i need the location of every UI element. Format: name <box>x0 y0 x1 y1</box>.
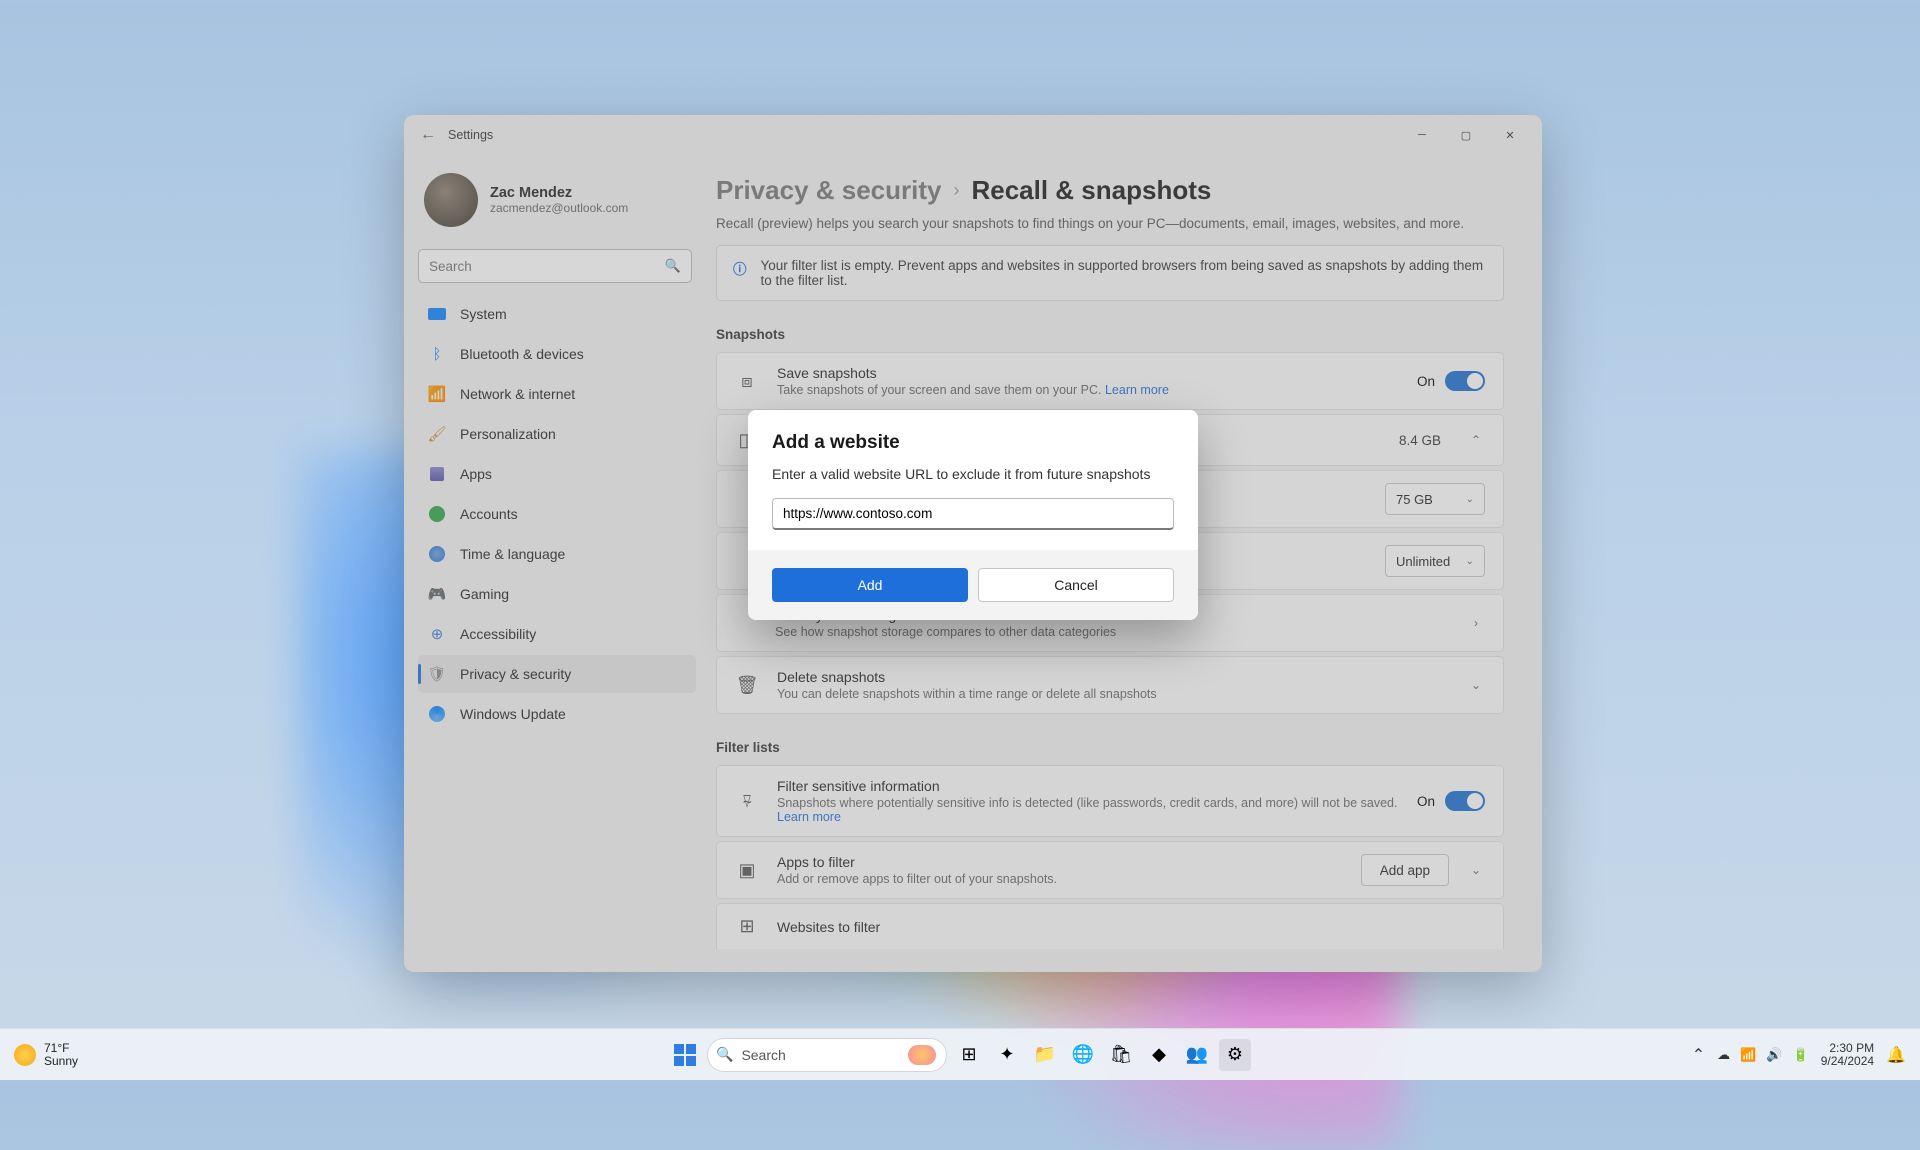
clock-time: 2:30 PM <box>1821 1042 1874 1055</box>
app-icon[interactable]: ◆ <box>1143 1039 1175 1071</box>
weather-widget[interactable]: 71°FSunny <box>14 1042 78 1068</box>
tray-volume-icon[interactable]: 🔊 <box>1766 1047 1782 1063</box>
taskbar-clock[interactable]: 2:30 PM 9/24/2024 <box>1821 1042 1874 1068</box>
dialog-message: Enter a valid website URL to exclude it … <box>772 466 1174 482</box>
onedrive-icon[interactable]: ☁ <box>1717 1047 1730 1063</box>
teams-icon[interactable]: 👥 <box>1181 1039 1213 1071</box>
tray-wifi-icon[interactable]: 📶 <box>1740 1047 1756 1063</box>
clock-date: 9/24/2024 <box>1821 1055 1874 1068</box>
taskbar-search-label: Search <box>741 1047 785 1063</box>
search-accent-icon <box>908 1045 936 1065</box>
notifications-icon[interactable]: 🔔 <box>1886 1045 1906 1065</box>
tray-battery-icon[interactable]: 🔋 <box>1793 1047 1809 1063</box>
cancel-button[interactable]: Cancel <box>978 568 1174 602</box>
taskbar: 71°FSunny 🔍 Search ⊞ ✦ 📁 🌐 🛍 ◆ 👥 ⚙ ⌃ ☁ 📶… <box>0 1028 1920 1080</box>
start-button[interactable] <box>669 1039 701 1071</box>
weather-cond: Sunny <box>44 1055 78 1068</box>
copilot-icon[interactable]: ✦ <box>991 1039 1023 1071</box>
task-view-button[interactable]: ⊞ <box>953 1039 985 1071</box>
explorer-icon[interactable]: 📁 <box>1029 1039 1061 1071</box>
website-url-input[interactable] <box>772 498 1174 530</box>
settings-window: ← Settings ─ ▢ ✕ Zac Mendez zacmendez@ou… <box>404 115 1542 972</box>
weather-temp: 71°F <box>44 1042 78 1055</box>
system-tray[interactable]: ☁ 📶 🔊 🔋 <box>1717 1047 1809 1063</box>
store-icon[interactable]: 🛍 <box>1105 1039 1137 1071</box>
add-button[interactable]: Add <box>772 568 968 602</box>
taskbar-search[interactable]: 🔍 Search <box>707 1038 947 1072</box>
edge-icon[interactable]: 🌐 <box>1067 1039 1099 1071</box>
tray-overflow[interactable]: ⌃ <box>1692 1045 1705 1065</box>
weather-icon <box>14 1044 36 1066</box>
add-website-dialog: Add a website Enter a valid website URL … <box>748 410 1198 620</box>
search-icon: 🔍 <box>716 1046 733 1063</box>
dialog-title: Add a website <box>772 432 1174 454</box>
settings-taskbar-icon[interactable]: ⚙ <box>1219 1039 1251 1071</box>
